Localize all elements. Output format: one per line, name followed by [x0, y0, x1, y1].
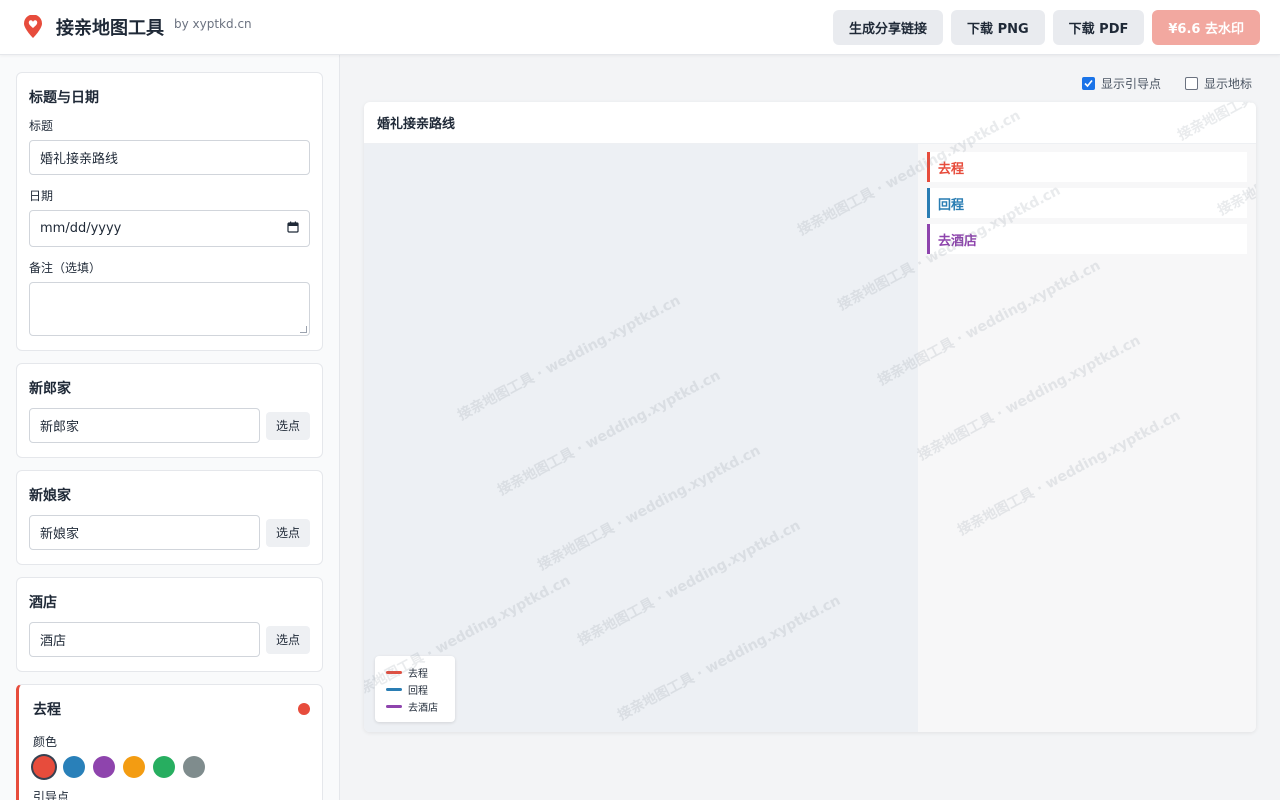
route-list-label: 回程 [938, 197, 965, 213]
note-label: 备注（选填） [29, 261, 102, 275]
color-label: 颜色 [33, 735, 58, 749]
color-swatch[interactable] [33, 756, 55, 778]
guide-points-label: 引导点 [33, 790, 70, 800]
map-title-bar: 婚礼接亲路线 [364, 102, 1256, 144]
card-heading: 酒店 [29, 595, 57, 611]
legend-label: 去酒店 [408, 703, 438, 714]
legend-line-swatch [386, 671, 402, 674]
color-swatches [33, 756, 310, 778]
note-textarea[interactable] [29, 282, 310, 336]
color-swatch[interactable] [183, 756, 205, 778]
color-swatch[interactable] [63, 756, 85, 778]
color-swatch[interactable] [93, 756, 115, 778]
bride-point-row: 新娘家 选点 [29, 515, 310, 550]
header-actions: 生成分享链接 下载 PNG 下载 PDF ¥6.6 去水印 [833, 9, 1260, 45]
checkbox-checked[interactable] [1081, 77, 1095, 90]
route-out-header: 去程 [33, 699, 310, 719]
legend-row: 去程 [386, 664, 444, 681]
sidebar: 标题与日期 标题 婚礼接亲路线 日期 mm/dd/yyyy 备注（选填） 新郎家 [0, 55, 340, 800]
map-card: 婚礼接亲路线 去程回程去酒店 去程回程去酒店 接亲地图工具 · wedding.… [364, 102, 1256, 732]
groom-home-card: 新郎家 新郎家 选点 [16, 363, 323, 458]
route-color-dot [298, 703, 310, 715]
card-heading: 标题与日期 [29, 90, 99, 106]
resize-grip-icon[interactable] [300, 326, 307, 333]
app-title: 接亲地图工具 [56, 18, 164, 39]
map-legend: 去程 回程 去酒店 [375, 656, 455, 722]
hotel-input[interactable]: 酒店 [29, 622, 260, 657]
bride-home-value: 新娘家 [40, 527, 80, 542]
legend-line-swatch [386, 688, 402, 691]
date-placeholder: mm/dd/yyyy [40, 221, 122, 236]
show-guides-toggle[interactable]: 显示引导点 [1081, 75, 1161, 92]
route-out-card: 去程 颜色 引导点 [16, 684, 323, 800]
route-out-heading: 去程 [33, 702, 61, 718]
title-input[interactable]: 婚礼接亲路线 [29, 140, 310, 175]
calendar-icon[interactable] [287, 221, 299, 237]
legend-row: 去酒店 [386, 698, 444, 715]
legend-label: 去程 [408, 669, 428, 680]
bride-home-card: 新娘家 新娘家 选点 [16, 470, 323, 565]
hotel-point-row: 酒店 选点 [29, 622, 310, 657]
map-pin-heart-icon [20, 14, 46, 40]
app-header: 接亲地图工具 by xyptkd.cn 生成分享链接 下载 PNG 下载 PDF… [0, 0, 1280, 55]
route-list-label: 去酒店 [938, 233, 978, 249]
download-pdf-button[interactable]: 下载 PDF [1052, 9, 1145, 45]
map-toggles: 显示引导点 显示地标 [1081, 75, 1252, 92]
route-list: 去程 回程 去酒店 [918, 144, 1256, 732]
main-panel: 显示引导点 显示地标 婚礼接亲路线 去程回程去酒店 去程回程去酒店 接亲地图工具… [341, 55, 1280, 800]
route-list-item[interactable]: 去程 [927, 152, 1247, 182]
legend-row: 回程 [386, 681, 444, 698]
groom-point-row: 新郎家 选点 [29, 408, 310, 443]
card-heading: 新娘家 [29, 488, 71, 504]
download-png-button[interactable]: 下载 PNG [951, 9, 1045, 45]
title-label: 标题 [29, 119, 54, 133]
bride-pick-point-button[interactable]: 选点 [265, 518, 310, 547]
date-input[interactable]: mm/dd/yyyy [29, 210, 310, 247]
legend-label: 回程 [408, 686, 428, 697]
map-title: 婚礼接亲路线 [377, 117, 456, 132]
groom-home-input[interactable]: 新郎家 [29, 408, 260, 443]
show-guides-label: 显示引导点 [1100, 77, 1161, 91]
color-swatch[interactable] [123, 756, 145, 778]
date-label: 日期 [29, 189, 54, 203]
route-list-label: 去程 [938, 161, 965, 177]
bride-home-input[interactable]: 新娘家 [29, 515, 260, 550]
route-list-item[interactable]: 回程 [927, 188, 1247, 218]
card-heading: 新郎家 [29, 381, 71, 397]
title-date-card: 标题与日期 标题 婚礼接亲路线 日期 mm/dd/yyyy 备注（选填） [16, 72, 323, 351]
groom-home-value: 新郎家 [40, 420, 80, 435]
legend-line-swatch [386, 705, 402, 708]
hotel-value: 酒店 [40, 634, 67, 649]
checkbox-unchecked[interactable] [1184, 77, 1198, 90]
groom-pick-point-button[interactable]: 选点 [265, 411, 310, 440]
title-input-value: 婚礼接亲路线 [40, 152, 119, 167]
hotel-pick-point-button[interactable]: 选点 [265, 625, 310, 654]
show-landmarks-toggle[interactable]: 显示地标 [1184, 75, 1252, 92]
route-list-item[interactable]: 去酒店 [927, 224, 1247, 254]
color-swatch[interactable] [153, 756, 175, 778]
hotel-card: 酒店 酒店 选点 [16, 577, 323, 672]
show-landmarks-label: 显示地标 [1203, 77, 1252, 91]
remove-watermark-button[interactable]: ¥6.6 去水印 [1152, 9, 1260, 45]
share-link-button[interactable]: 生成分享链接 [833, 9, 944, 45]
map-canvas[interactable]: 去程 回程 去酒店 [364, 144, 918, 732]
app-byline: by xyptkd.cn [174, 17, 252, 31]
